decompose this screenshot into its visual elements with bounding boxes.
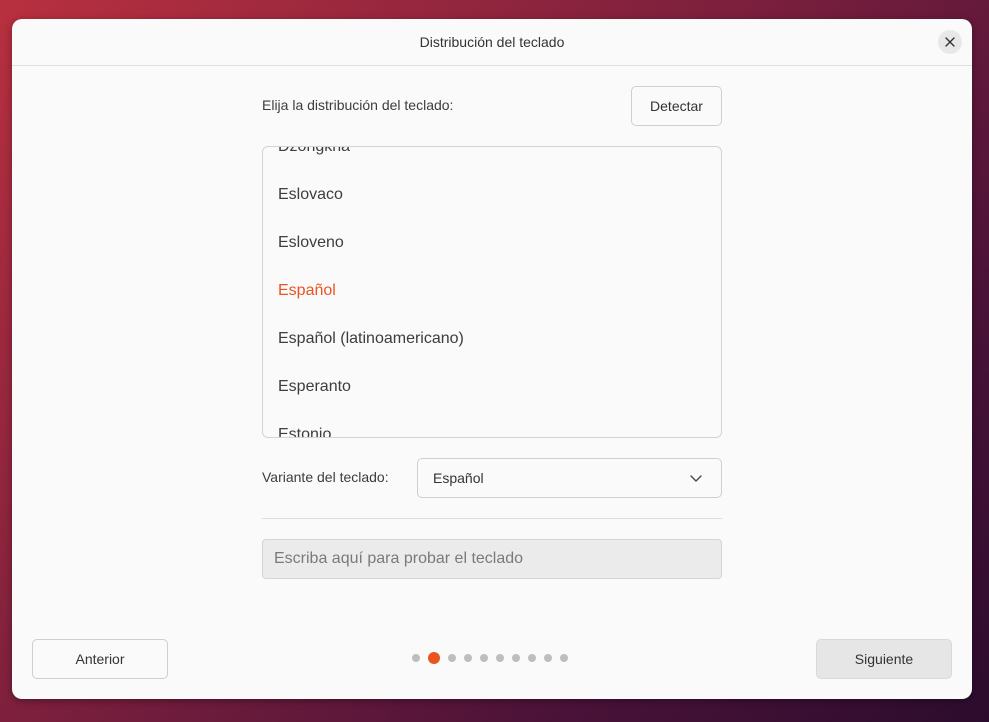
layout-list-item[interactable]: Eslovaco bbox=[263, 171, 721, 219]
step-dot bbox=[496, 654, 504, 662]
window-title: Distribución del teclado bbox=[419, 34, 565, 50]
close-icon bbox=[945, 37, 955, 47]
variant-select[interactable]: Español bbox=[417, 458, 722, 498]
step-dot bbox=[412, 654, 420, 662]
chevron-down-icon bbox=[690, 475, 702, 482]
step-dot-active bbox=[428, 652, 440, 664]
step-dot bbox=[464, 654, 472, 662]
divider bbox=[262, 518, 722, 519]
layout-list-item[interactable]: Español bbox=[263, 267, 721, 315]
step-dot bbox=[448, 654, 456, 662]
close-button[interactable] bbox=[938, 30, 962, 54]
keyboard-test-input[interactable] bbox=[262, 539, 722, 579]
layout-list-item[interactable]: Esloveno bbox=[263, 219, 721, 267]
next-button[interactable]: Siguiente bbox=[816, 639, 952, 679]
variant-label: Variante del teclado: bbox=[262, 469, 389, 485]
detect-button[interactable]: Detectar bbox=[631, 86, 722, 126]
step-indicator bbox=[412, 652, 568, 664]
step-dot bbox=[560, 654, 568, 662]
keyboard-layout-dialog: Distribución del teclado Elija la distri… bbox=[12, 19, 972, 699]
step-dot bbox=[544, 654, 552, 662]
back-button[interactable]: Anterior bbox=[32, 639, 168, 679]
layout-prompt-label: Elija la distribución del teclado: bbox=[262, 97, 454, 113]
layout-list-items: Dzongkha Eslovaco Esloveno Español Español (… bbox=[263, 147, 721, 437]
layout-list-item[interactable]: Esperanto bbox=[263, 363, 721, 411]
step-dot bbox=[512, 654, 520, 662]
layout-list-item[interactable]: Estonio bbox=[263, 411, 721, 437]
step-dot bbox=[528, 654, 536, 662]
layout-list-item[interactable]: Español (latinoamericano) bbox=[263, 315, 721, 363]
layout-list[interactable]: Dzongkha Eslovaco Esloveno Español Español (… bbox=[262, 146, 722, 438]
titlebar: Distribución del teclado bbox=[12, 19, 972, 66]
step-dot bbox=[480, 654, 488, 662]
variant-select-value: Español bbox=[433, 470, 484, 486]
layout-list-item[interactable]: Dzongkha bbox=[263, 147, 721, 171]
